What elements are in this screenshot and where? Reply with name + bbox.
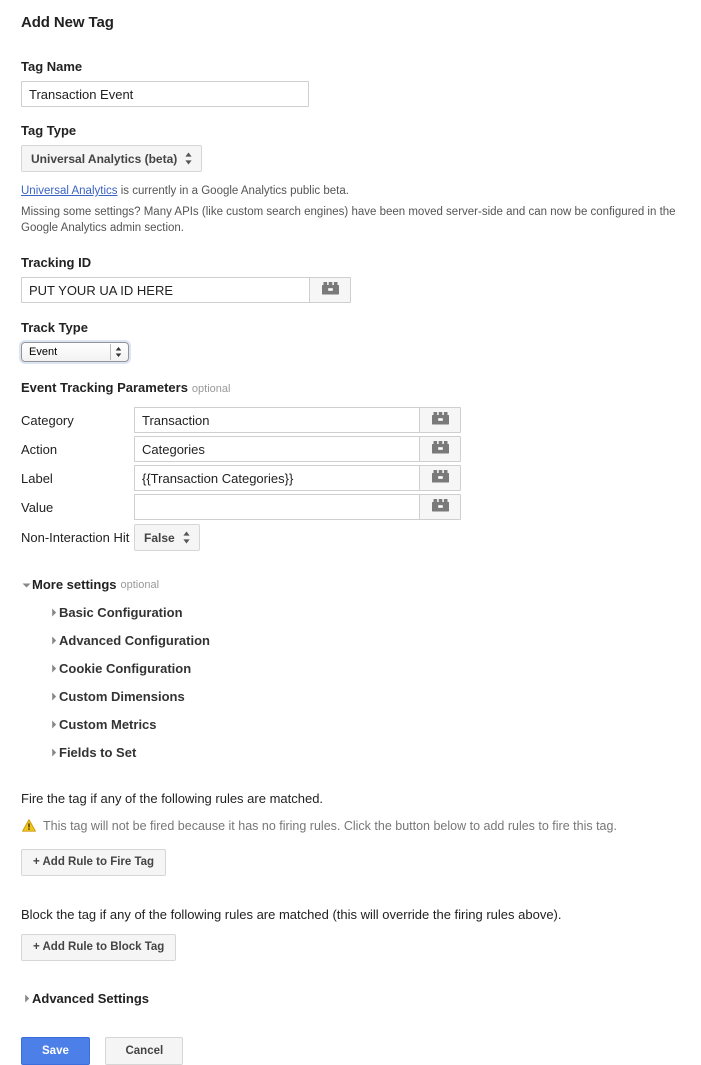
param-row: Label (21, 465, 701, 492)
blocking-rules-section: Block the tag if any of the following ru… (21, 907, 701, 962)
variable-brick-icon (321, 282, 339, 298)
sub-label: Cookie Configuration (59, 661, 192, 677)
sub-label: Fields to Set (59, 745, 137, 761)
event-tracking-parameters-group: Event Tracking Parameters optional Catego… (21, 380, 701, 552)
universal-analytics-link[interactable]: Universal Analytics (21, 185, 118, 197)
sub-label: Advanced Configuration (59, 633, 210, 649)
track-type-selected-value: Event (29, 346, 58, 359)
param-input-combo (134, 465, 461, 492)
advanced-settings-label: Advanced Settings (32, 991, 150, 1007)
variable-brick-icon (431, 499, 449, 515)
param-row: Action (21, 436, 701, 463)
action-input[interactable] (134, 436, 419, 463)
param-input-combo (134, 407, 461, 434)
updown-arrows-icon (110, 344, 126, 361)
firing-rules-section: Fire the tag if any of the following rul… (21, 791, 701, 877)
param-row: Value (21, 494, 701, 521)
track-type-group: Track Type Event (21, 320, 701, 363)
save-button[interactable]: Save (21, 1037, 90, 1065)
action-variable-picker-button[interactable] (419, 436, 461, 463)
chevron-right-icon (48, 664, 59, 673)
page-title: Add New Tag (21, 14, 114, 31)
category-input[interactable] (134, 407, 419, 434)
tag-name-input[interactable] (21, 81, 309, 107)
tracking-id-variable-picker-button[interactable] (309, 277, 351, 304)
variable-brick-icon (431, 441, 449, 457)
chevron-right-icon (48, 636, 59, 645)
non-interaction-label: Non-Interaction Hit (21, 530, 130, 546)
more-settings-label: More settings (32, 577, 117, 593)
param-input-combo (134, 494, 461, 521)
param-input-combo (134, 436, 461, 463)
more-settings-toggle[interactable]: More settings optional (21, 577, 701, 592)
add-rule-to-fire-tag-button[interactable]: + Add Rule to Fire Tag (21, 849, 167, 877)
firing-rules-text: Fire the tag if any of the following rul… (21, 791, 324, 807)
tag-type-label: Tag Type (21, 123, 77, 138)
firing-rules-warning-text: This tag will not be fired because it ha… (43, 819, 617, 834)
sub-cookie-configuration[interactable]: Cookie Configuration (48, 661, 701, 676)
sub-fields-to-set[interactable]: Fields to Set (48, 745, 701, 760)
tracking-id-combo (21, 277, 351, 304)
label-input[interactable] (134, 465, 419, 492)
tag-type-select[interactable]: Universal Analytics (beta) (21, 145, 203, 172)
non-interaction-selected-value: False (144, 530, 175, 545)
value-input[interactable] (134, 494, 419, 521)
firing-rules-warning: This tag will not be fired because it ha… (21, 818, 701, 835)
chevron-right-icon (21, 994, 32, 1003)
non-interaction-row: Non-Interaction Hit False (21, 524, 701, 552)
non-interaction-select[interactable]: False (134, 524, 200, 552)
blocking-rules-text: Block the tag if any of the following ru… (21, 907, 562, 923)
more-settings-optional-tag: optional (120, 578, 160, 591)
sub-label: Custom Dimensions (59, 689, 185, 705)
track-type-label: Track Type (21, 320, 88, 336)
more-settings-subsections: Basic Configuration Advanced Configurati… (48, 605, 701, 760)
tag-name-group: Tag Name (21, 59, 701, 107)
cancel-button[interactable]: Cancel (105, 1037, 184, 1065)
more-settings-section: More settings optional Basic Configuratio… (21, 577, 701, 760)
updown-arrows-icon (183, 531, 190, 544)
tag-type-note-2: Missing some settings? Many APIs (like c… (21, 205, 676, 235)
event-params-heading: Event Tracking Parameters (21, 380, 188, 396)
updown-arrows-icon (185, 152, 192, 165)
tracking-id-label: Tracking ID (21, 255, 92, 271)
advanced-settings-toggle[interactable]: Advanced Settings (21, 991, 701, 1006)
sub-label: Basic Configuration (59, 605, 183, 621)
warning-triangle-icon (22, 819, 36, 835)
add-tag-form: Add New Tag Tag Name Tag Type Universal … (0, 0, 701, 1065)
event-params-optional-tag: optional (191, 383, 231, 396)
advanced-settings-section: Advanced Settings (21, 991, 701, 1006)
param-row: Category (21, 407, 701, 434)
category-variable-picker-button[interactable] (419, 407, 461, 434)
tag-name-label: Tag Name (21, 59, 83, 74)
param-label: Label (21, 470, 53, 486)
tag-type-selected-value: Universal Analytics (beta) (31, 151, 178, 166)
tag-type-group: Tag Type Universal Analytics (beta) Univ… (21, 123, 701, 237)
param-label: Value (21, 499, 54, 515)
sub-advanced-configuration[interactable]: Advanced Configuration (48, 633, 701, 648)
tag-type-note: Universal Analytics is currently in a Go… (21, 183, 701, 200)
form-actions: Save Cancel (21, 1037, 701, 1065)
variable-brick-icon (431, 412, 449, 428)
param-label: Category (21, 412, 74, 428)
tag-type-note-rest: is currently in a Google Analytics publi… (117, 185, 349, 197)
value-variable-picker-button[interactable] (419, 494, 461, 521)
chevron-right-icon (48, 608, 59, 617)
label-variable-picker-button[interactable] (419, 465, 461, 492)
chevron-down-icon (21, 582, 32, 588)
sub-custom-metrics[interactable]: Custom Metrics (48, 717, 701, 732)
track-type-select[interactable]: Event (21, 342, 129, 363)
event-params-table: Category Transaction Action Categories L… (21, 407, 701, 552)
variable-brick-icon (431, 470, 449, 486)
sub-custom-dimensions[interactable]: Custom Dimensions (48, 689, 701, 704)
event-params-heading-row: Event Tracking Parameters optional (21, 380, 701, 395)
sub-label: Custom Metrics (59, 717, 157, 733)
chevron-right-icon (48, 720, 59, 729)
tracking-id-input[interactable] (21, 277, 309, 304)
param-label: Action (21, 441, 58, 457)
tracking-id-group: Tracking ID (21, 255, 701, 304)
chevron-right-icon (48, 748, 59, 757)
add-rule-to-block-tag-button[interactable]: + Add Rule to Block Tag (21, 934, 177, 962)
chevron-right-icon (48, 692, 59, 701)
sub-basic-configuration[interactable]: Basic Configuration (48, 605, 701, 620)
